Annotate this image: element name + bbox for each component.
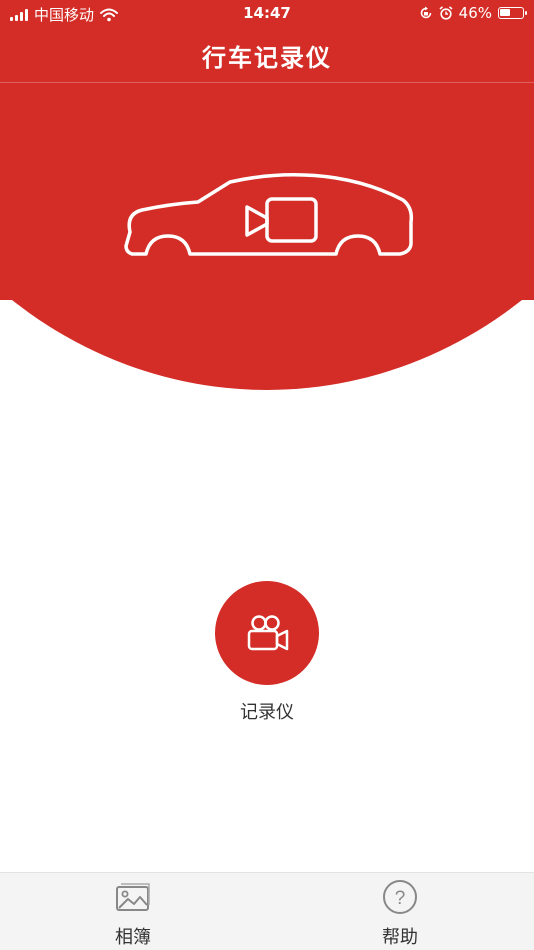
help-icon: ?: [382, 879, 418, 915]
svg-text:?: ?: [395, 888, 406, 909]
tab-help-label: 帮助: [382, 927, 418, 948]
tab-album-label: 相簿: [115, 927, 151, 948]
tab-help[interactable]: ? 帮助: [340, 873, 460, 950]
tab-bar: 相簿 ? 帮助: [0, 872, 534, 950]
battery-icon: [498, 7, 527, 19]
page-title: 行车记录仪: [202, 43, 332, 72]
battery-level-fill: [500, 9, 510, 16]
status-right: 46%: [419, 4, 527, 22]
car-camera-icon: [124, 173, 414, 256]
recorder-label[interactable]: 记录仪: [0, 698, 534, 724]
navigation-bar: 行车记录仪: [0, 28, 534, 83]
alarm-icon: [439, 6, 453, 20]
battery-percentage: 46%: [458, 4, 492, 22]
app-screen: 中国移动 14:47 46% 行车记录仪 记录仪 相簿 ? 帮助: [0, 0, 534, 950]
tab-album[interactable]: 相簿: [73, 873, 193, 950]
recorder-button[interactable]: [215, 581, 319, 685]
video-camera-icon: [247, 615, 289, 651]
image-icon: [114, 879, 152, 915]
status-bar: 中国移动 14:47 46%: [0, 0, 534, 28]
orientation-lock-icon: [420, 6, 431, 19]
